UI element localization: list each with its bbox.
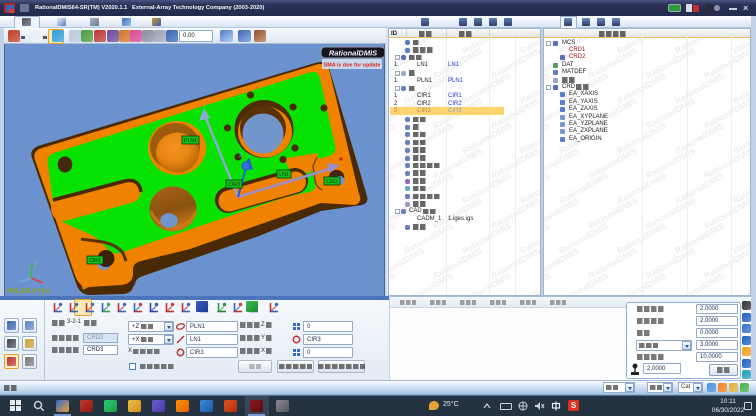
- svg-text:RationalDMIS: RationalDMIS: [389, 120, 397, 155]
- svg-text:RationalDMIS: RationalDMIS: [544, 220, 552, 255]
- svg-text:RationalDMIS: RationalDMIS: [460, 270, 513, 296]
- svg-text:RationalDMIS: RationalDMIS: [702, 195, 751, 230]
- svg-text:RationalDMIS: RationalDMIS: [544, 270, 552, 296]
- svg-text:RationalDMIS: RationalDMIS: [557, 270, 610, 296]
- svg-text:CIR2: CIR2: [326, 179, 338, 185]
- svg-text:RationalDMIS: RationalDMIS: [389, 270, 397, 296]
- svg-text:LN1: LN1: [279, 172, 289, 178]
- svg-text:CIR3: CIR3: [228, 182, 240, 188]
- svg-text:RationalDMIS: RationalDMIS: [544, 170, 552, 205]
- svg-text:RationalDMIS: RationalDMIS: [702, 45, 751, 80]
- svg-text:2: 2: [34, 261, 37, 267]
- svg-text:RationalDMIS: RationalDMIS: [389, 170, 397, 205]
- svg-text:RationalDMIS: RationalDMIS: [702, 245, 751, 280]
- svg-text:RationalDMIS: RationalDMIS: [673, 270, 726, 296]
- svg-text:RationalDMIS: RationalDMIS: [702, 95, 751, 130]
- svg-text:RationalDMIS: RationalDMIS: [329, 49, 377, 58]
- svg-text:RationalDMIS: RationalDMIS: [518, 270, 541, 296]
- svg-text:CIR1: CIR1: [89, 258, 101, 264]
- svg-text:RationalDMIS: RationalDMIS: [402, 270, 455, 296]
- svg-text:RationalDMIS: RationalDMIS: [544, 120, 552, 155]
- svg-text:RationalDMIS: RationalDMIS: [731, 270, 751, 296]
- svg-text:PLN1: PLN1: [184, 138, 197, 144]
- svg-text:SMA is due for update: SMA is due for update: [324, 63, 381, 69]
- svg-text:RationalDMIS: RationalDMIS: [702, 145, 751, 180]
- svg-text:RationalDMIS: RationalDMIS: [389, 220, 397, 255]
- svg-text:484.3/0.0 Fps: 484.3/0.0 Fps: [7, 288, 51, 295]
